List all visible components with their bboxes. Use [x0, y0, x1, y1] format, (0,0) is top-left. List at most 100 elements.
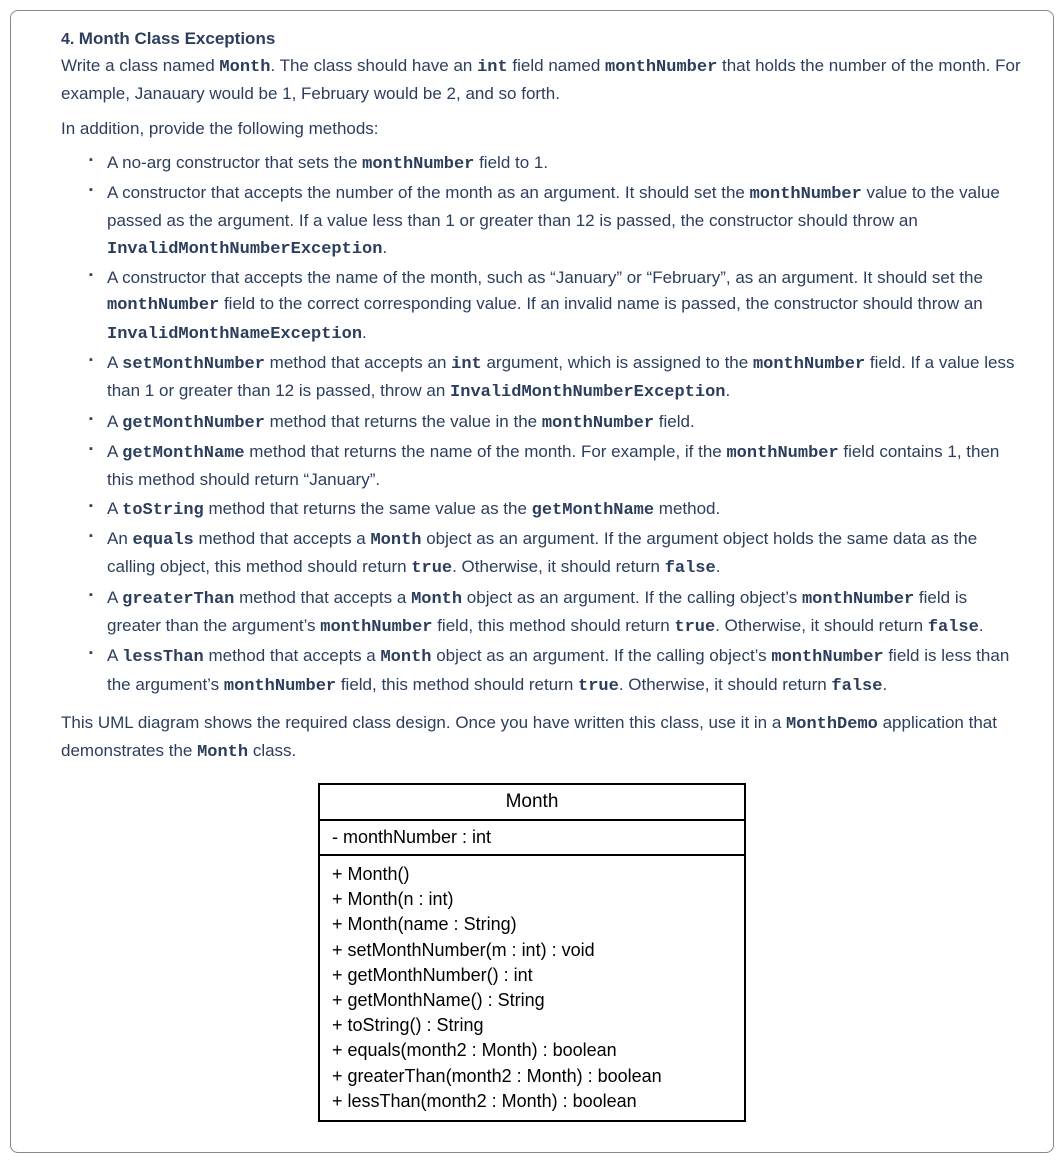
closing-text-3: class. — [248, 741, 296, 760]
code-span: monthNumber — [802, 590, 914, 609]
uml-field: - monthNumber : int — [332, 827, 491, 847]
question-header: 4. Month Class Exceptions — [39, 29, 1025, 49]
text-span: field to 1. — [474, 153, 548, 172]
question-title: Month Class Exceptions — [79, 29, 275, 48]
code-span: toString — [122, 501, 204, 520]
uml-class-name: Month — [319, 784, 745, 820]
text-span: A — [107, 499, 122, 518]
code-span: Month — [380, 648, 431, 667]
code-span: monthNumber — [224, 677, 336, 696]
uml-methods-section: + Month() + Month(n : int) + Month(name : … — [319, 855, 745, 1121]
text-span: method that returns the name of the mont… — [245, 442, 727, 461]
uml-method: + Month(n : int) — [332, 889, 454, 909]
uml-method: + equals(month2 : Month) : boolean — [332, 1040, 617, 1060]
requirement-item: A setMonthNumber method that accepts an … — [89, 350, 1025, 407]
text-span: A — [107, 442, 122, 461]
code-span: Month — [370, 531, 421, 550]
closing-paragraph: This UML diagram shows the required clas… — [39, 710, 1025, 765]
requirement-item: A getMonthNumber method that returns the… — [89, 409, 1025, 437]
text-span: . Otherwise, it should return — [619, 675, 832, 694]
code-span: monthNumber — [726, 444, 838, 463]
intro-code-1: Month — [219, 58, 270, 77]
uml-diagram-container: Month - monthNumber : int + Month()+ Mon… — [39, 783, 1025, 1122]
text-span: method that returns the same value as th… — [204, 499, 532, 518]
text-span: A no-arg constructor that sets the — [107, 153, 362, 172]
uml-method: + getMonthName() : String — [332, 990, 545, 1010]
code-span: monthNumber — [362, 155, 474, 174]
code-span: equals — [133, 531, 194, 550]
code-span: monthNumber — [750, 185, 862, 204]
text-span: A — [107, 646, 122, 665]
code-span: false — [665, 559, 716, 578]
code-span: getMonthNumber — [122, 414, 265, 433]
text-span: method that accepts an — [265, 353, 451, 372]
text-span: A — [107, 588, 122, 607]
text-span: method. — [654, 499, 720, 518]
uml-method: + getMonthNumber() : int — [332, 965, 533, 985]
text-span: object as an argument. If the calling ob… — [431, 646, 771, 665]
code-span: InvalidMonthNumberException — [450, 383, 725, 402]
text-span: field to the correct corresponding value… — [219, 294, 983, 313]
requirement-item: A getMonthName method that returns the n… — [89, 439, 1025, 494]
text-span: object as an argument. If the calling ob… — [462, 588, 802, 607]
uml-method: + Month() — [332, 864, 410, 884]
intro-text-3: field named — [508, 56, 605, 75]
requirement-item: A toString method that returns the same … — [89, 496, 1025, 524]
code-span: monthNumber — [753, 355, 865, 374]
requirement-item: A greaterThan method that accepts a Mont… — [89, 585, 1025, 642]
uml-method: + lessThan(month2 : Month) : boolean — [332, 1091, 637, 1111]
uml-method: + greaterThan(month2 : Month) : boolean — [332, 1066, 662, 1086]
requirement-item: A lessThan method that accepts a Month o… — [89, 643, 1025, 700]
requirements-list: A no-arg constructor that sets the month… — [39, 150, 1025, 701]
code-span: setMonthNumber — [122, 355, 265, 374]
closing-text-1: This UML diagram shows the required clas… — [61, 713, 786, 732]
code-span: int — [451, 355, 482, 374]
text-span: . Otherwise, it should return — [715, 616, 928, 635]
code-span: monthNumber — [107, 296, 219, 315]
requirement-item: An equals method that accepts a Month ob… — [89, 526, 1025, 583]
closing-code-2: Month — [197, 743, 248, 762]
uml-method: + Month(name : String) — [332, 914, 517, 934]
text-span: method that accepts a — [234, 588, 411, 607]
text-span: argument, which is assigned to the — [482, 353, 753, 372]
text-span: method that accepts a — [194, 529, 371, 548]
text-span: method that accepts a — [204, 646, 381, 665]
code-span: false — [928, 618, 979, 637]
intro-text-2: . The class should have an — [270, 56, 477, 75]
code-span: getMonthName — [532, 501, 654, 520]
intro-paragraph-1: Write a class named Month. The class sho… — [39, 53, 1025, 106]
code-span: monthNumber — [320, 618, 432, 637]
text-span: A constructor that accepts the name of t… — [107, 268, 983, 287]
question-number: 4. — [61, 31, 74, 48]
question-container: 4. Month Class Exceptions Write a class … — [10, 10, 1054, 1153]
text-span: field, this method should return — [432, 616, 674, 635]
intro-code-2: int — [477, 58, 508, 77]
text-span: . — [882, 675, 887, 694]
code-span: InvalidMonthNumberException — [107, 240, 382, 259]
code-span: true — [411, 559, 452, 578]
requirement-item: A constructor that accepts the name of t… — [89, 265, 1025, 348]
code-span: Month — [411, 590, 462, 609]
text-span: . — [716, 557, 721, 576]
text-span: A — [107, 353, 122, 372]
text-span: A — [107, 412, 122, 431]
text-span: . — [979, 616, 984, 635]
intro-text-1: Write a class named — [61, 56, 219, 75]
text-span: field. — [654, 412, 695, 431]
text-span: . — [726, 381, 731, 400]
code-span: true — [578, 677, 619, 696]
code-span: monthNumber — [771, 648, 883, 667]
text-span: A constructor that accepts the number of… — [107, 183, 750, 202]
code-span: InvalidMonthNameException — [107, 325, 362, 344]
code-span: lessThan — [122, 648, 204, 667]
text-span: . — [362, 323, 367, 342]
requirement-item: A constructor that accepts the number of… — [89, 180, 1025, 263]
text-span: An — [107, 529, 133, 548]
uml-method: + toString() : String — [332, 1015, 484, 1035]
text-span: . — [382, 238, 387, 257]
code-span: monthNumber — [542, 414, 654, 433]
code-span: false — [831, 677, 882, 696]
uml-fields-section: - monthNumber : int — [319, 820, 745, 855]
uml-diagram: Month - monthNumber : int + Month()+ Mon… — [318, 783, 746, 1122]
code-span: true — [674, 618, 715, 637]
